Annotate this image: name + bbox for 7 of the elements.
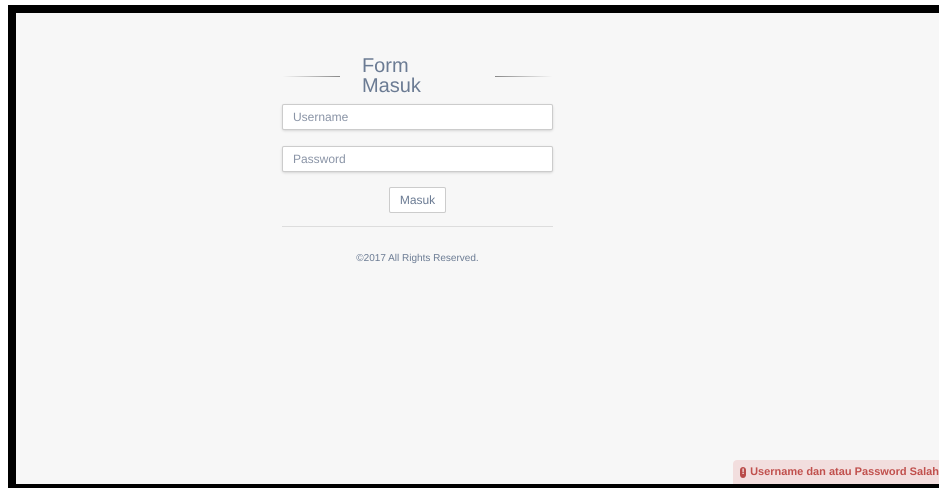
submit-button[interactable]: Masuk (388, 187, 446, 213)
form-title: Form Masuk (362, 56, 422, 96)
error-icon: ! (740, 466, 746, 478)
error-message: Username dan atau Password Salah (750, 464, 939, 480)
password-field[interactable]: Password (282, 146, 553, 172)
copyright-text: ©2017 All Rights Reserved. (355, 252, 480, 266)
username-field[interactable]: Username (282, 104, 553, 130)
